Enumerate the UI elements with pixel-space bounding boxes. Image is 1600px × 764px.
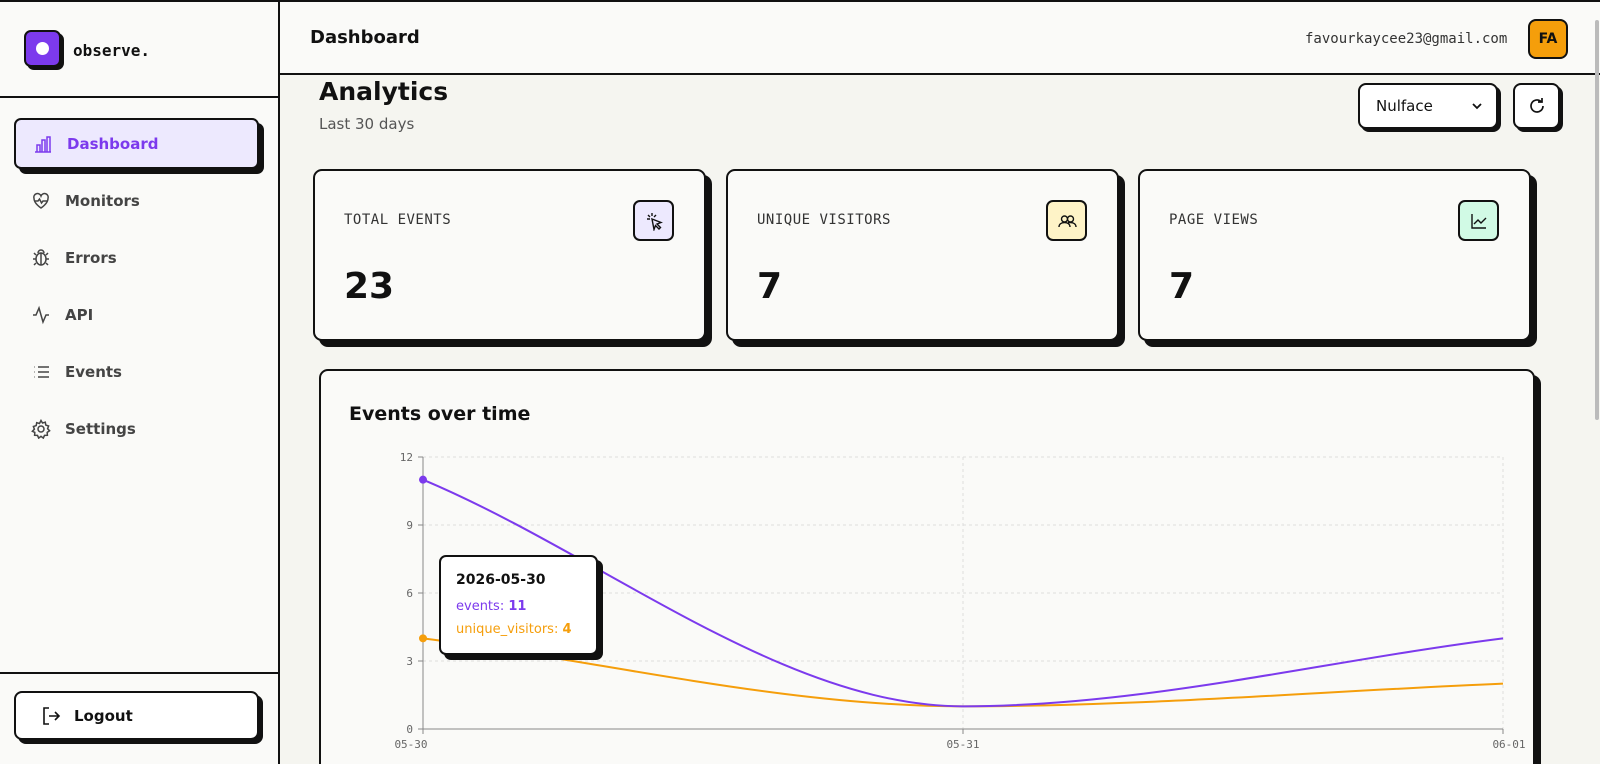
logout-label: Logout xyxy=(74,706,133,725)
list-icon xyxy=(31,362,51,382)
y-tick-label: 9 xyxy=(406,519,413,532)
sidebar: observe. Dashboard Monitors Errors API E… xyxy=(0,0,280,764)
tooltip-visitors-value: 4 xyxy=(562,622,572,637)
sidebar-nav: Dashboard Monitors Errors API Events Set… xyxy=(14,118,264,460)
tooltip-events-value: 11 xyxy=(508,599,527,614)
main-content: Analytics Last 30 days Nulface TOTAL EVE… xyxy=(280,77,1592,764)
series-point-events xyxy=(419,475,427,484)
sidebar-item-label: Dashboard xyxy=(67,134,159,153)
user-email: favourkaycee23@gmail.com xyxy=(1305,31,1508,47)
project-select-value: Nulface xyxy=(1376,97,1433,115)
tooltip-events-row: events: 11 xyxy=(456,599,527,614)
sidebar-footer: Logout xyxy=(0,672,278,764)
logo-icon[interactable] xyxy=(24,30,61,67)
users-icon xyxy=(1046,200,1087,241)
events-chart-card: Events over time 0 3 6 9 12 05-30 05-31 06-01 2… xyxy=(319,369,1535,764)
series-point-unique_visitors xyxy=(419,634,427,643)
refresh-icon xyxy=(1529,98,1544,113)
y-tick-label: 0 xyxy=(406,723,413,736)
page-title: Analytics xyxy=(319,77,449,106)
tooltip-events-label: events xyxy=(456,599,500,614)
x-tick-label: 05-31 xyxy=(946,738,979,751)
sidebar-item-label: Errors xyxy=(65,248,117,267)
sidebar-item-api[interactable]: API xyxy=(14,289,264,340)
y-tick-label: 3 xyxy=(406,655,413,668)
activity-icon xyxy=(31,305,51,325)
y-tick-label: 6 xyxy=(406,587,413,600)
line-chart-icon xyxy=(1458,200,1499,241)
tooltip-visitors-label: unique_visitors xyxy=(456,622,554,637)
bug-icon xyxy=(31,248,51,268)
sidebar-item-events[interactable]: Events xyxy=(14,346,264,397)
heartbeat-icon xyxy=(31,191,51,211)
x-tick-label: 05-30 xyxy=(394,738,427,751)
logout-button[interactable]: Logout xyxy=(14,691,259,740)
sidebar-item-dashboard[interactable]: Dashboard xyxy=(14,118,259,169)
scrollbar[interactable] xyxy=(1595,20,1599,420)
stat-label: TOTAL EVENTS xyxy=(344,212,452,228)
page-subtitle: Last 30 days xyxy=(319,115,415,133)
chevron-down-icon xyxy=(1472,103,1482,110)
brand: observe. xyxy=(0,2,278,98)
top-header: Dashboard favourkaycee23@gmail.com FA xyxy=(280,0,1600,75)
stat-label: PAGE VIEWS xyxy=(1169,212,1259,228)
cursor-click-icon xyxy=(633,200,674,241)
stat-value: 7 xyxy=(1169,266,1195,307)
sidebar-item-settings[interactable]: Settings xyxy=(14,403,264,454)
sidebar-item-label: Settings xyxy=(65,419,136,438)
stat-card-total-events: TOTAL EVENTS 23 xyxy=(313,169,706,341)
stat-card-unique-visitors: UNIQUE VISITORS 7 xyxy=(726,169,1119,341)
y-tick-label: 12 xyxy=(400,451,413,464)
sidebar-item-errors[interactable]: Errors xyxy=(14,232,264,283)
project-select[interactable]: Nulface xyxy=(1358,83,1498,129)
bar-chart-icon xyxy=(33,134,53,154)
header-title: Dashboard xyxy=(310,27,420,48)
logout-icon xyxy=(43,706,61,725)
sidebar-item-label: API xyxy=(65,305,94,324)
gear-icon xyxy=(31,418,51,439)
tooltip-visitors-row: unique_visitors: 4 xyxy=(456,622,572,637)
stat-label: UNIQUE VISITORS xyxy=(757,212,891,228)
x-tick-label: 06-01 xyxy=(1492,738,1525,751)
tooltip-date: 2026-05-30 xyxy=(456,572,546,588)
stat-card-page-views: PAGE VIEWS 7 xyxy=(1138,169,1531,341)
refresh-button[interactable] xyxy=(1513,83,1560,129)
chart-tooltip: 2026-05-30 events: 11 unique_visitors: 4 xyxy=(439,555,598,655)
stat-value: 7 xyxy=(757,266,783,307)
stat-value: 23 xyxy=(344,266,395,307)
avatar[interactable]: FA xyxy=(1528,19,1568,59)
sidebar-item-label: Monitors xyxy=(65,191,140,210)
app-name: observe. xyxy=(73,41,151,60)
sidebar-item-monitors[interactable]: Monitors xyxy=(14,175,264,226)
sidebar-item-label: Events xyxy=(65,362,122,381)
